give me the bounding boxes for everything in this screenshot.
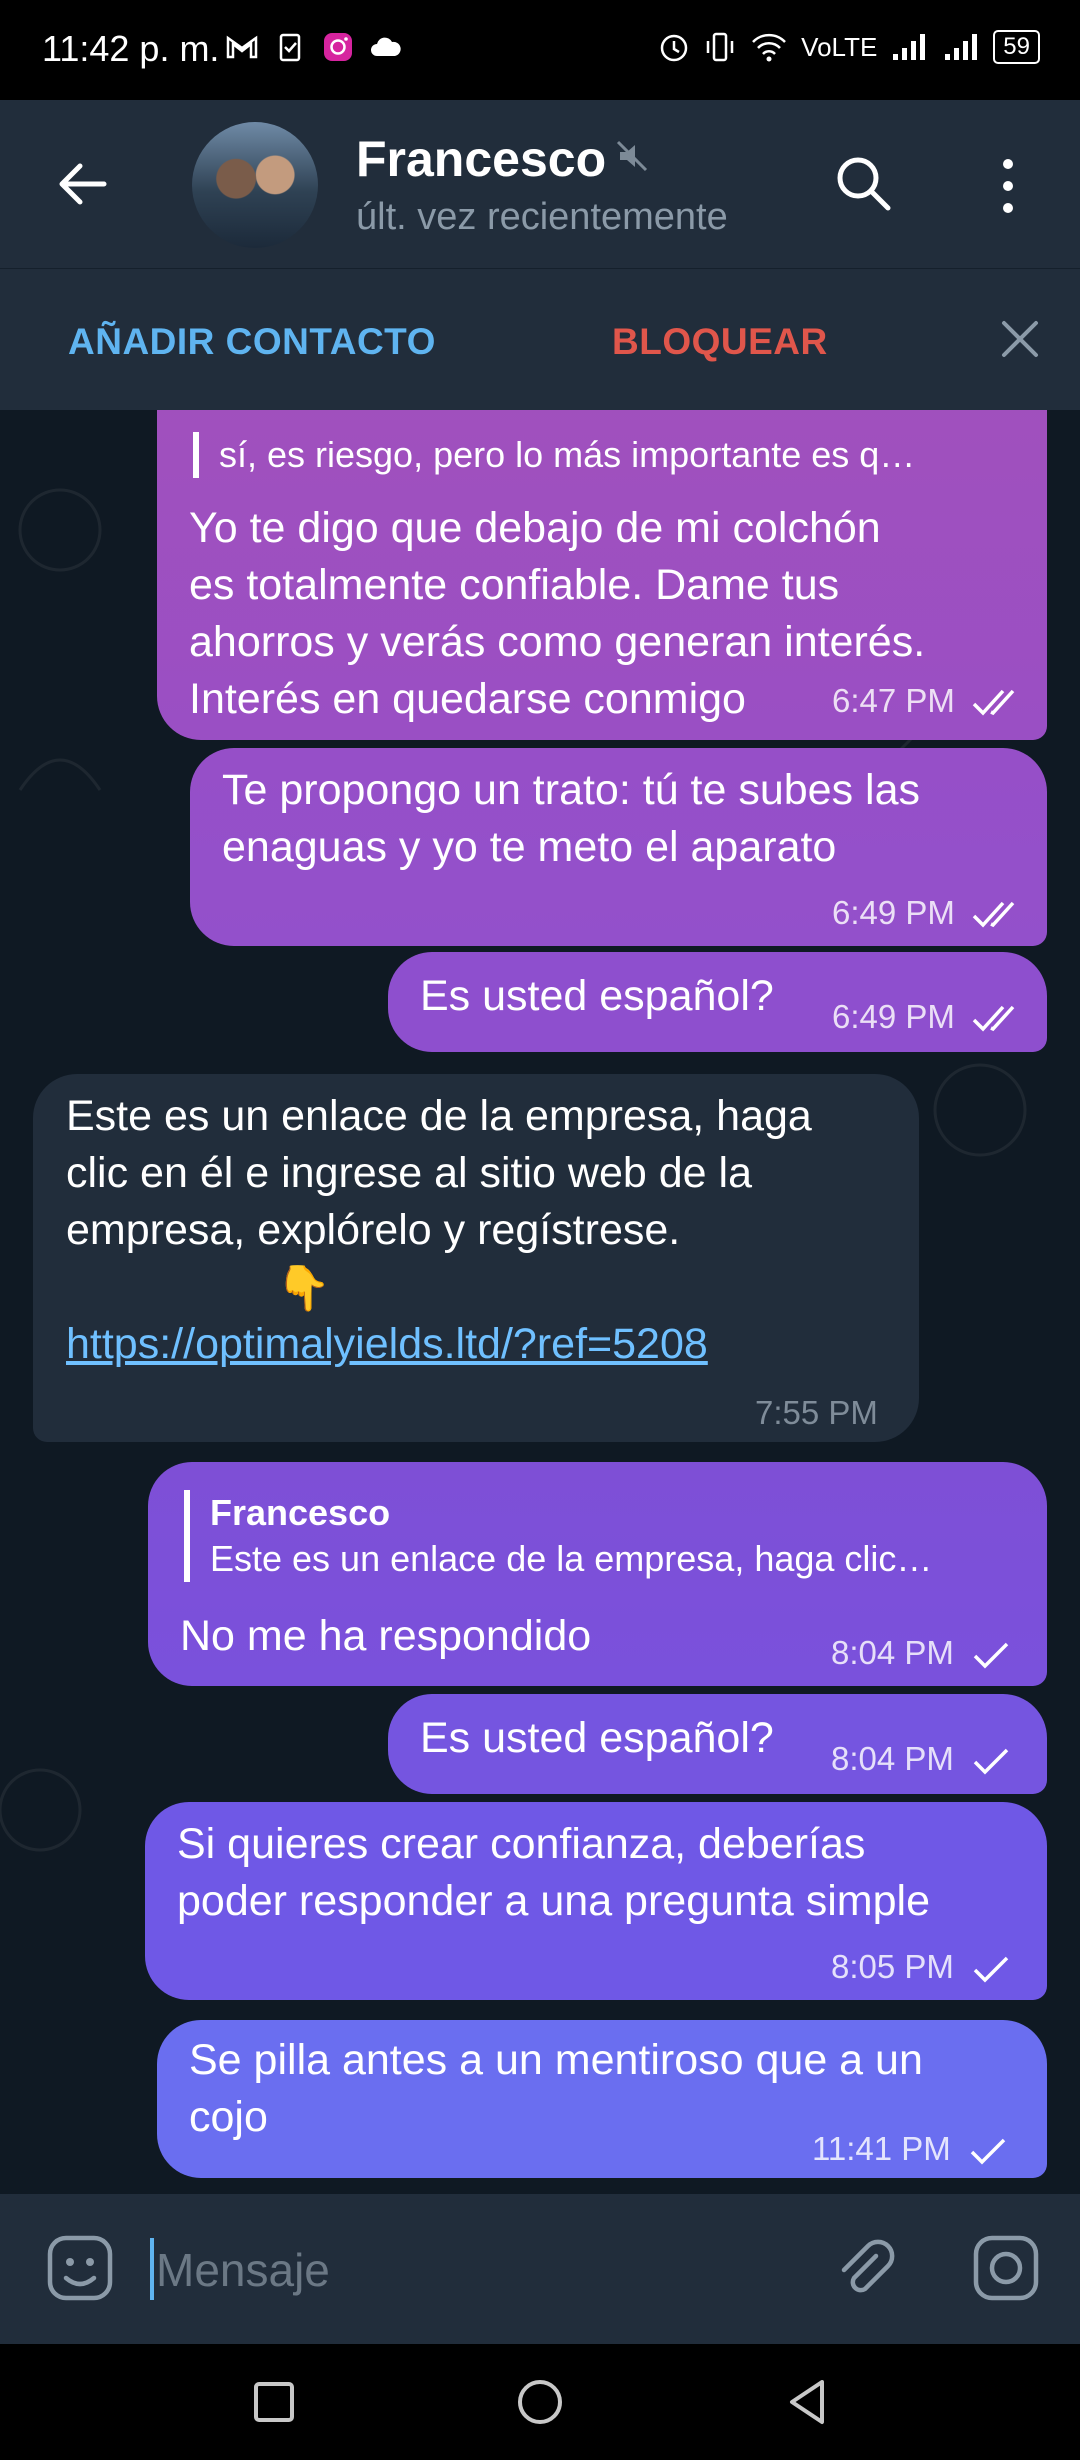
muted-icon <box>616 140 648 172</box>
notification-icons <box>225 30 403 64</box>
single-check-icon <box>973 1643 1009 1669</box>
back-arrow-icon[interactable] <box>56 158 108 210</box>
message-time: 8:05 PM <box>831 1938 1011 1995</box>
time-label: 8:05 PM <box>831 1948 954 1985</box>
message-text-line: Este es un enlace de la empresa, haga <box>66 1092 812 1140</box>
time-label: 6:49 PM <box>832 998 955 1035</box>
double-check-icon <box>972 690 1015 716</box>
close-icon[interactable] <box>1000 319 1040 359</box>
message-time: 8:04 PM <box>831 1730 1011 1787</box>
time-label: 11:41 PM <box>812 2130 951 2167</box>
reply-text: sí, es riesgo, pero lo más importante es… <box>219 434 916 475</box>
pointing-down-emoji: 👇 <box>276 1264 331 1313</box>
battery-icon: 59 <box>993 30 1040 64</box>
search-icon[interactable] <box>832 152 894 214</box>
double-check-icon <box>972 902 1015 928</box>
message-bubble-outgoing[interactable]: Si quieres crear confianza, deberías pod… <box>145 1802 1047 2000</box>
message-text-line: clic en él e ingrese al sitio web de la <box>66 1149 752 1197</box>
message-list[interactable]: sí, es riesgo, pero lo más importante es… <box>0 410 1080 2194</box>
instagram-icon <box>324 33 352 61</box>
signal-icon-2 <box>945 34 978 60</box>
reply-text: Este es un enlace de la empresa, haga cl… <box>210 1538 933 1579</box>
time-label: 6:47 PM <box>832 682 955 719</box>
message-bubble-outgoing[interactable]: sí, es riesgo, pero lo más importante es… <box>157 410 1047 740</box>
message-input[interactable] <box>150 2234 798 2306</box>
reply-quote[interactable]: Francesco Este es un enlace de la empres… <box>184 1490 1030 1582</box>
time-label: 8:04 PM <box>831 1740 954 1777</box>
single-check-icon <box>973 1749 1009 1775</box>
recent-apps-icon[interactable] <box>246 2374 302 2430</box>
attach-paperclip-icon[interactable] <box>832 2234 898 2300</box>
gmail-icon <box>226 35 258 59</box>
message-text-line: Si quieres crear confianza, deberías <box>177 1820 866 1868</box>
status-bar: 11:42 p. m. VoLTE 59 <box>0 0 1080 100</box>
message-time: 6:49 PM <box>832 988 1024 1045</box>
message-bubble-outgoing[interactable]: Francesco Este es un enlace de la empres… <box>148 1462 1047 1686</box>
message-text-line: Yo te digo que debajo de mi colchón <box>189 504 881 552</box>
vibrate-icon <box>706 32 734 62</box>
message-time: 6:47 PM <box>832 672 1024 729</box>
add-contact-button[interactable]: AÑADIR CONTACTO <box>68 321 436 363</box>
status-time: 11:42 p. m. <box>42 28 220 69</box>
system-navigation-bar <box>0 2344 1080 2460</box>
more-options-icon[interactable] <box>990 156 1026 216</box>
message-link[interactable]: https://optimalyields.ltd/?ref=5208 <box>66 1316 708 1373</box>
message-bubble-outgoing[interactable]: Es usted español? 8:04 PM <box>388 1694 1047 1794</box>
message-text-line: Se pilla antes a un mentiroso que a un <box>189 2036 923 2084</box>
contact-status: últ. vez recientemente <box>356 196 728 238</box>
contact-name[interactable]: Francesco <box>356 130 606 188</box>
wifi-icon <box>752 33 787 62</box>
message-bubble-outgoing[interactable]: Es usted español? 6:49 PM <box>388 952 1047 1052</box>
message-text-line: Es usted español? <box>420 972 774 1020</box>
block-button[interactable]: BLOQUEAR <box>612 321 828 363</box>
message-text-line: es totalmente confiable. Dame tus <box>189 561 840 609</box>
back-nav-icon[interactable] <box>780 2374 836 2430</box>
message-time: 6:49 PM <box>832 884 1024 941</box>
time-label: 6:49 PM <box>832 894 955 931</box>
message-bubble-outgoing[interactable]: Te propongo un trato: tú te subes las en… <box>190 748 1047 946</box>
message-composer <box>0 2194 1080 2344</box>
system-icons: VoLTE 59 <box>657 30 1040 64</box>
reply-quote[interactable]: sí, es riesgo, pero lo más importante es… <box>193 432 1019 478</box>
message-text-line: poder responder a una pregunta simple <box>177 1877 931 1925</box>
network-label: VoLTE <box>801 31 878 62</box>
camera-icon[interactable] <box>970 2232 1042 2304</box>
reply-author: Francesco <box>210 1492 391 1533</box>
time-label: 8:04 PM <box>831 1634 954 1671</box>
message-text-line: empresa, explórelo y regístrese. <box>66 1206 681 1254</box>
message-time: 7:55 PM <box>755 1394 878 1431</box>
message-time: 11:41 PM <box>812 2120 1008 2177</box>
message-text-line: Es usted español? <box>420 1714 774 1762</box>
clipboard-icon <box>279 33 301 62</box>
single-check-icon <box>970 2139 1006 2165</box>
cloud-icon <box>371 37 401 56</box>
emoji-sticker-icon[interactable] <box>44 2232 116 2304</box>
signal-icon <box>893 34 926 60</box>
home-icon[interactable] <box>512 2374 568 2430</box>
message-text-line: enaguas y yo te meto el aparato <box>222 823 837 871</box>
alarm-icon <box>660 34 688 62</box>
chat-header: Francesco últ. vez recientemente <box>0 100 1080 268</box>
double-check-icon <box>972 1006 1015 1032</box>
message-text-line: Interés en quedarse conmigo <box>189 675 746 723</box>
message-bubble-incoming[interactable]: Este es un enlace de la empresa, haga cl… <box>33 1074 919 1442</box>
single-check-icon <box>973 1957 1009 1983</box>
contact-action-bar: AÑADIR CONTACTO BLOQUEAR <box>0 268 1080 411</box>
message-time: 8:04 PM <box>831 1624 1011 1681</box>
message-text-line: Te propongo un trato: tú te subes las <box>222 766 921 814</box>
message-text-line: No me ha respondido <box>180 1612 592 1660</box>
contact-avatar[interactable] <box>192 122 318 248</box>
message-bubble-outgoing[interactable]: Se pilla antes a un mentiroso que a un c… <box>157 2020 1047 2178</box>
message-text-line: ahorros y verás como generan interés. <box>189 618 926 666</box>
